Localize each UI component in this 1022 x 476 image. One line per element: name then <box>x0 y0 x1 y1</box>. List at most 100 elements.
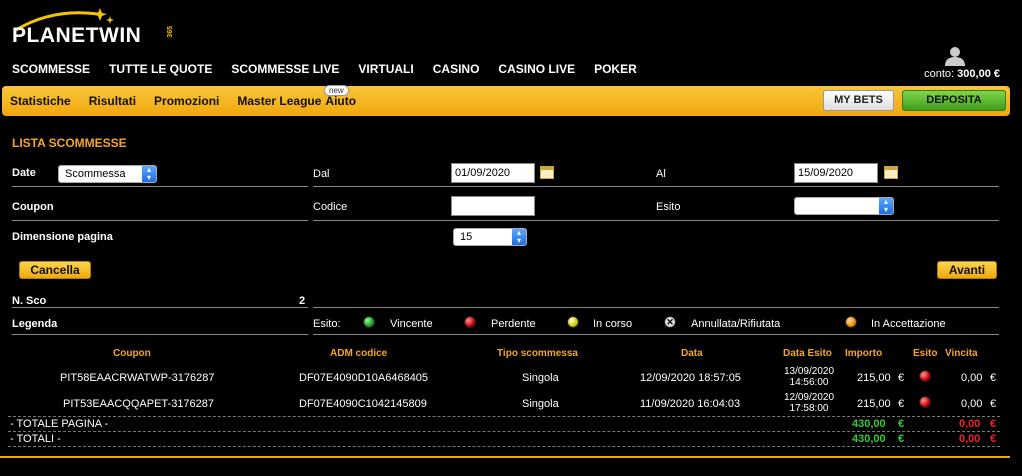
subnav-risultati[interactable]: Risultati <box>89 94 136 108</box>
col-importo: Importo <box>845 348 883 359</box>
cell-vincita: 0,00 <box>961 398 983 410</box>
col-coupon: Coupon <box>113 348 151 359</box>
cell-adm: DF07E4090C1042145809 <box>299 398 427 410</box>
user-icon[interactable] <box>943 46 967 66</box>
new-badge: new <box>324 85 349 96</box>
totale-pagina-label: - TOTALE PAGINA - <box>10 418 109 430</box>
divider <box>313 334 999 335</box>
nav-virtuali[interactable]: VIRTUALI <box>358 62 413 76</box>
legend-esito-label: Esito: <box>313 318 341 330</box>
in-accettazione-dot-icon <box>845 316 857 328</box>
calendar-icon[interactable] <box>540 166 554 179</box>
brand-sup: 365 <box>167 26 174 38</box>
avanti-button[interactable]: Avanti <box>937 261 997 279</box>
cell-currency: € <box>898 433 905 445</box>
divider <box>8 416 1000 417</box>
esito-perdente-icon <box>919 396 931 408</box>
dal-date-input[interactable]: 01/09/2020 <box>451 163 535 183</box>
cell-data: 11/09/2020 16:04:03 <box>640 398 741 410</box>
sub-nav-bar: Statistiche Risultati Promozioni Master … <box>2 85 1010 116</box>
cell-data: 12/09/2020 18:57:05 <box>640 372 741 384</box>
legend-in-corso: In corso <box>593 318 633 330</box>
sub-nav: Statistiche Risultati Promozioni Master … <box>10 94 374 108</box>
nav-tutte-le-quote[interactable]: TUTTE LE QUOTE <box>109 62 212 76</box>
legend-vincente: Vincente <box>390 318 433 330</box>
esito-perdente-icon <box>919 370 931 382</box>
cell-vincita: 0,00 <box>961 372 983 384</box>
col-adm-codice: ADM codice <box>330 348 388 359</box>
al-date-input[interactable]: 15/09/2020 <box>794 163 878 183</box>
cell-coupon[interactable]: PIT58EAACRWATWP-3176287 <box>60 372 214 384</box>
cell-data-esito-time: 14:56:00 <box>789 377 829 388</box>
nav-casino[interactable]: CASINO <box>433 62 480 76</box>
cell-data-esito-time: 17:58:00 <box>789 403 829 414</box>
brand-name: PLANETWIN <box>12 24 142 47</box>
annullata-x-icon: ✕ <box>664 316 676 328</box>
col-tipo-scommessa: Tipo scommessa <box>497 348 578 359</box>
cell-coupon[interactable]: PIT53EAACQQAPET-3176287 <box>63 398 214 410</box>
nav-scommesse-live[interactable]: SCOMMESSE LIVE <box>231 62 339 76</box>
subnav-statistiche[interactable]: Statistiche <box>10 94 71 108</box>
esito-select[interactable]: ▴ ▾ <box>794 197 894 215</box>
cell-importo: 215,00 <box>857 372 891 384</box>
select-arrow-icon: ▴ ▾ <box>512 229 526 245</box>
bottom-border <box>0 456 1010 458</box>
cell-currency: € <box>990 433 997 445</box>
cell-importo: 215,00 <box>857 398 891 410</box>
nav-scommesse[interactable]: SCOMMESSE <box>12 62 90 76</box>
cell-currency: € <box>990 372 997 384</box>
page-size-select[interactable]: 15 ▴ ▾ <box>453 228 527 246</box>
divider <box>8 446 1000 447</box>
page-title: LISTA SCOMMESSE <box>12 136 127 150</box>
balance-label: conto: <box>924 68 955 80</box>
cell-data-esito-date: 13/09/2020 <box>783 366 835 377</box>
subnav-aiuto[interactable]: Aiuto <box>325 94 356 108</box>
col-esito: Esito <box>913 348 938 359</box>
main-nav: SCOMMESSE TUTTE LE QUOTE SCOMMESSE LIVE … <box>12 62 656 76</box>
coupon-label: Coupon <box>12 201 54 213</box>
n-sco-label: N. Sco <box>12 295 47 307</box>
cell-tipo: Singola <box>522 398 559 410</box>
legend-in-accettazione: In Accettazione <box>871 318 946 330</box>
legend-perdente: Perdente <box>491 318 536 330</box>
col-data: Data <box>681 348 703 359</box>
date-type-select[interactable]: Scommessa ▴ ▾ <box>58 165 157 183</box>
totali-label: - TOTALI - <box>10 433 61 445</box>
totali-importo: 430,00 <box>852 433 886 445</box>
col-vincita: Vincita <box>945 348 978 359</box>
subnav-master-league[interactable]: Master League <box>237 94 321 108</box>
cell-adm: DF07E4090D10A6468405 <box>299 372 429 384</box>
calendar-icon[interactable] <box>884 166 898 179</box>
date-label: Date <box>12 167 36 179</box>
account-area: conto: 300,00 € <box>880 46 1000 86</box>
in-corso-dot-icon <box>567 316 579 328</box>
page-size-label: Dimensione pagina <box>12 231 113 243</box>
page-size-value: 15 <box>460 231 473 243</box>
cell-currency: € <box>990 418 997 430</box>
divider <box>313 186 999 187</box>
totale-pagina-vincita: 0,00 <box>959 418 981 430</box>
perdente-dot-icon <box>464 316 476 328</box>
cell-tipo: Singola <box>522 372 559 384</box>
cancella-button[interactable]: Cancella <box>19 261 91 279</box>
codice-label: Codice <box>313 201 348 213</box>
totale-pagina-importo: 430,00 <box>852 418 886 430</box>
balance-value: 300,00 € <box>957 68 1000 80</box>
vincente-dot-icon <box>363 316 375 328</box>
cell-currency: € <box>898 372 905 384</box>
balance: conto: 300,00 € <box>924 68 1000 80</box>
cell-currency: € <box>898 398 905 410</box>
cell-data-esito-date: 12/09/2020 <box>783 392 835 403</box>
divider <box>8 431 1000 432</box>
nav-poker[interactable]: POKER <box>594 62 637 76</box>
planetwin-logo[interactable]: PLANETWIN 365 <box>12 4 182 50</box>
codice-input[interactable] <box>451 196 535 216</box>
deposita-button[interactable]: DEPOSITA <box>902 90 1006 111</box>
select-arrow-icon: ▴ ▾ <box>879 198 893 214</box>
cell-currency: € <box>990 398 997 410</box>
date-type-value: Scommessa <box>65 168 126 180</box>
nav-casino-live[interactable]: CASINO LIVE <box>498 62 575 76</box>
my-bets-button[interactable]: MY BETS <box>823 90 894 111</box>
cell-data-esito: 13/09/2020 14:56:00 <box>779 366 839 388</box>
subnav-promozioni[interactable]: Promozioni <box>154 94 219 108</box>
